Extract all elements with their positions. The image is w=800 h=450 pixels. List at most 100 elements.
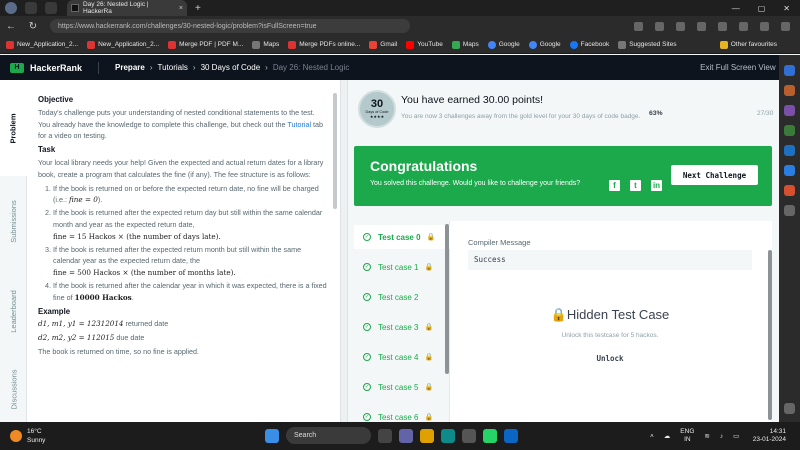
testcase-label: Test case 0 [378,232,421,242]
bookmark[interactable]: Maps [451,40,479,49]
windows-start-icon[interactable] [265,428,279,443]
battery-icon[interactable]: ▭ [733,432,739,440]
submission-result-panel: 30 Days of Code ★★★★ You have earned 30.… [348,80,778,422]
hackerrank-logo[interactable]: H HackerRank [10,62,82,73]
clock-time: 14:31 [769,428,786,435]
favorites-icon[interactable] [718,21,727,31]
bookmark[interactable]: Merge PDF | PDF M... [168,40,243,49]
language-indicator[interactable]: ENG IN [680,428,694,444]
breadcrumb-prepare[interactable]: Prepare [115,63,145,72]
add-icon[interactable] [784,205,795,216]
problem-scrollbar[interactable] [333,93,337,209]
tab-problem[interactable]: Problem [0,80,27,176]
workspaces-icon[interactable] [25,2,37,14]
games-icon[interactable] [784,125,795,136]
profile-avatar[interactable] [5,2,17,14]
copilot-icon[interactable] [760,21,769,31]
suggested-sites-icon [618,40,627,49]
testcase-label: Test case 1 [378,262,419,272]
bookmark[interactable]: New_Application_2... [87,40,159,49]
settings-gear-icon[interactable] [784,403,795,414]
outlook-icon[interactable] [784,165,795,176]
office-icon[interactable] [784,145,795,156]
testcase-5[interactable]: ✓ Test case 5 🔒 [354,375,450,399]
browser-tab[interactable]: Day 26: Nested Logic | HackerRa × [67,0,187,16]
testcase-1[interactable]: ✓ Test case 1 🔒 [354,255,450,279]
extension-icon[interactable] [676,21,685,31]
facebook-icon[interactable]: f [609,180,620,191]
tutorial-link[interactable]: Tutorial [287,120,311,129]
bookmark[interactable]: Maps [252,40,279,49]
volume-icon[interactable]: ♪ [720,433,723,440]
read-aloud-icon[interactable] [634,21,643,31]
chevron-up-icon[interactable]: ˄ [650,433,654,440]
whatsapp-icon[interactable] [483,428,497,443]
search-sidebar-icon[interactable] [784,65,795,76]
weather-widget[interactable]: 16°C Sunny [10,427,45,445]
edge-icon[interactable] [441,428,455,443]
bookmark[interactable]: Gmail [369,40,397,49]
panel-resize-handle[interactable] [340,80,348,422]
refresh-button[interactable]: ↻ [22,21,44,32]
hidden-test-case-title: 🔒Hidden Test Case [550,307,670,322]
back-button[interactable]: ← [0,21,22,32]
tab-submissions[interactable]: Submissions [0,176,27,266]
unlock-button[interactable]: Unlock [578,351,642,365]
maximize-button[interactable]: ▢ [758,4,766,13]
url-field[interactable]: https://www.hackerrank.com/challenges/30… [50,19,410,33]
task-text: Your local library needs your help! Give… [38,157,324,179]
tab-actions-icon[interactable] [45,2,57,14]
days-of-code-badge-icon: 30 Days of Code ★★★★ [358,90,396,128]
testcase-scrollbar[interactable] [445,224,449,374]
linkedin-app-icon[interactable] [504,428,518,443]
objective-heading: Objective [38,95,74,104]
shopping-icon[interactable] [784,85,795,96]
tools-icon[interactable] [784,105,795,116]
tab-discussions[interactable]: Discussions [0,356,27,422]
linkedin-icon[interactable]: in [651,180,662,191]
testcase-2[interactable]: ✓ Test case 2 [354,285,450,309]
testcase-4[interactable]: ✓ Test case 4 🔒 [354,345,450,369]
teams-icon[interactable] [399,428,413,443]
file-explorer-icon[interactable] [420,428,434,443]
tab-leaderboard[interactable]: Leaderboard [0,266,27,356]
bookmark[interactable]: Google [487,40,520,49]
new-tab-button[interactable]: + [195,3,201,14]
weather-condition: Sunny [27,437,46,444]
bookmark[interactable]: Suggested Sites [618,40,677,49]
bookmark[interactable]: Facebook [569,40,609,49]
example-line: d1, m1, y1 = 12312014 returned date [38,319,169,329]
close-window-button[interactable]: ✕ [783,4,790,13]
breadcrumb-course[interactable]: 30 Days of Code [201,63,261,72]
testcase-label: Test case 2 [378,292,419,302]
collections-icon[interactable] [739,21,748,31]
bookmark[interactable]: Merge PDFs online... [288,40,360,49]
testcase-3[interactable]: ✓ Test case 3 🔒 [354,315,450,339]
taskbar-apps: Search [265,427,518,444]
results-scrollbar[interactable] [768,250,772,420]
test-results: ✓ Test case 0 🔒 ✓ Test case 1 🔒 ✓ Test case 2 ✓ T… [354,221,772,422]
split-screen-icon[interactable] [697,21,706,31]
more-menu-icon[interactable] [781,21,790,31]
other-favourites[interactable]: Other favourites [719,40,791,49]
exit-full-screen-link[interactable]: Exit Full Screen View ⤡ [700,63,790,73]
task-view-icon[interactable] [378,428,392,443]
taskbar-search[interactable]: Search [286,427,371,444]
bookmark[interactable]: Google [528,40,561,49]
bookmark[interactable]: New_Application_2... [6,40,78,49]
minimize-button[interactable]: — [732,4,740,13]
drop-icon[interactable] [784,185,795,196]
next-challenge-button[interactable]: Next Challenge [671,165,758,185]
breadcrumb-tutorials[interactable]: Tutorials [158,63,188,72]
testcase-0[interactable]: ✓ Test case 0 🔒 [354,225,450,249]
wifi-icon[interactable]: ≋ [704,432,709,440]
twitter-icon[interactable]: t [630,180,641,191]
tab-close-icon[interactable]: × [179,5,183,12]
bookmark[interactable]: YouTube [406,40,443,49]
system-clock[interactable]: 14:31 23-01-2024 [742,428,786,444]
cloud-icon[interactable]: ☁ [664,432,671,440]
testcase-label: Test case 3 [378,322,419,332]
favorite-star-icon[interactable] [655,21,664,31]
hackerrank-header: H HackerRank Prepare › Tutorials › 30 Da… [0,55,800,80]
store-icon[interactable] [462,428,476,443]
